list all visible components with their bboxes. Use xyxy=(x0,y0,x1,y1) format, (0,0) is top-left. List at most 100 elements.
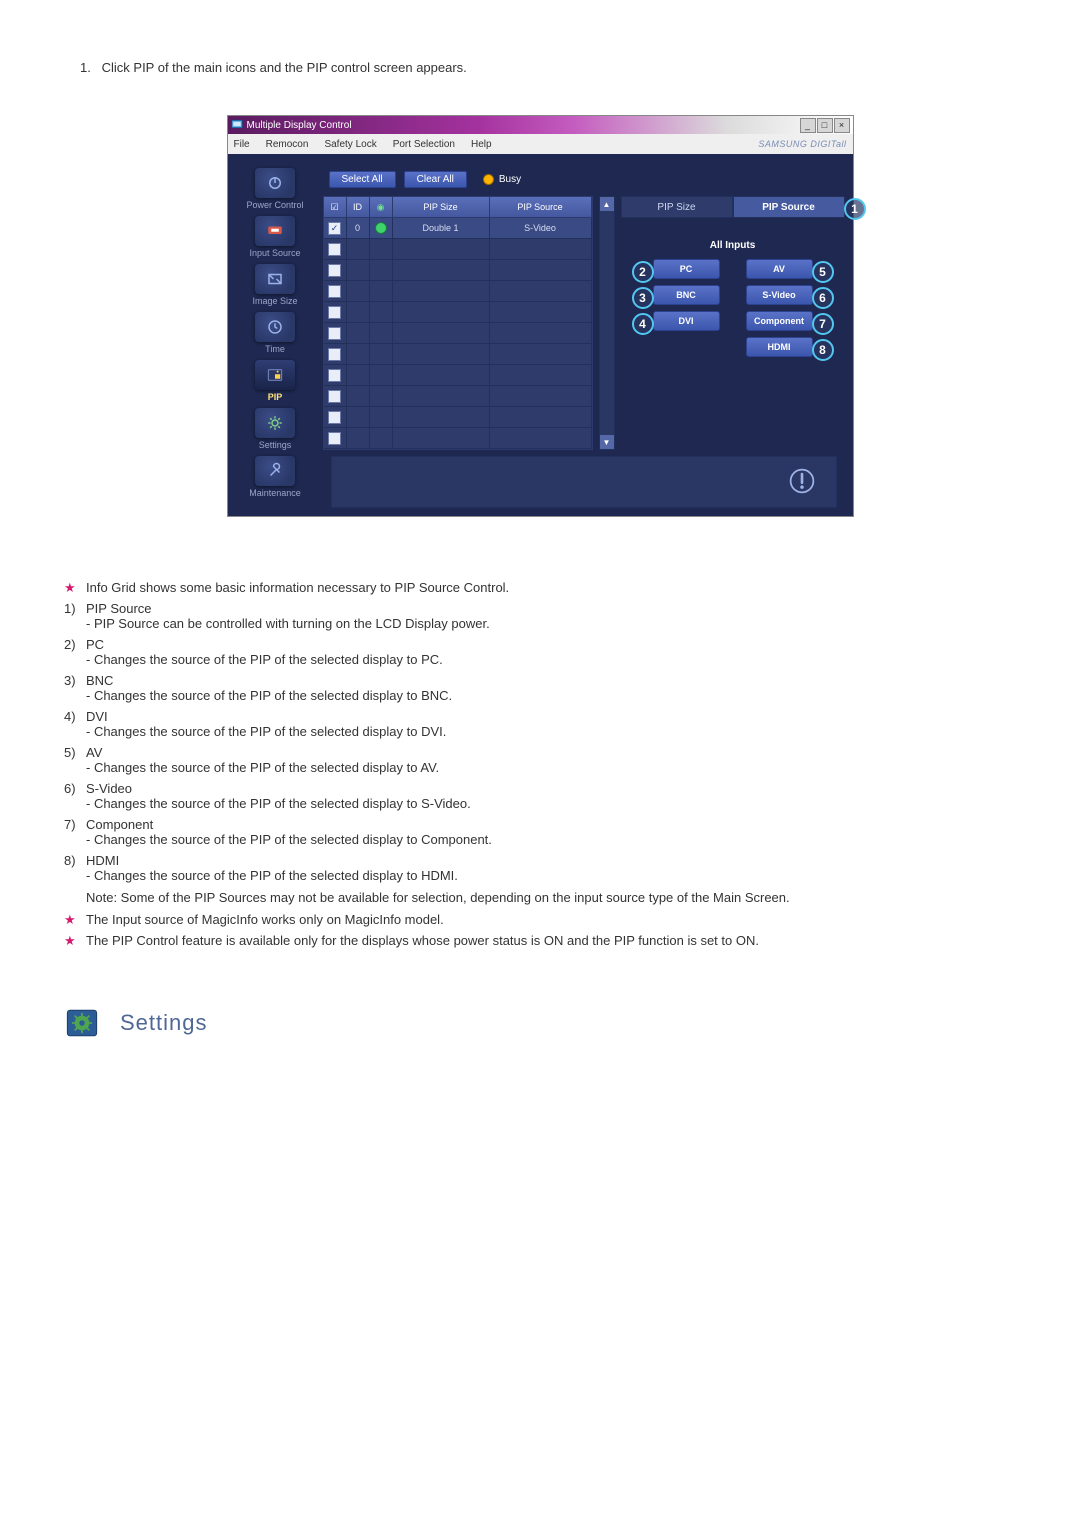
row-checkbox[interactable]: ✓ xyxy=(328,222,341,235)
sidebar-item-power-control[interactable]: Power Control xyxy=(235,164,315,210)
row-checkbox[interactable] xyxy=(328,306,341,319)
minimize-button[interactable]: _ xyxy=(800,118,816,133)
row-pip-source xyxy=(490,302,592,322)
tab-pip-size[interactable]: PIP Size xyxy=(621,196,733,218)
row-pip-source: S-Video xyxy=(490,218,592,238)
row-checkbox[interactable] xyxy=(328,264,341,277)
grid-scrollbar[interactable]: ▲ ▼ xyxy=(599,196,615,450)
row-pip-size xyxy=(393,344,490,364)
row-pip-source xyxy=(490,365,592,385)
input-av-button[interactable]: AV 5 xyxy=(746,259,813,279)
col-pip-source: PIP Source xyxy=(490,197,592,217)
input-label: BNC xyxy=(676,290,696,300)
sidebar: Power Control Input Source Image Size Ti… xyxy=(228,154,323,516)
sidebar-item-maintenance[interactable]: Maintenance xyxy=(235,452,315,498)
row-status xyxy=(370,323,393,343)
list-index: 7) xyxy=(64,817,82,832)
list-desc: - Changes the source of the PIP of the s… xyxy=(86,868,1020,883)
list-title: BNC xyxy=(86,673,113,688)
list-desc: - Changes the source of the PIP of the s… xyxy=(86,724,1020,739)
sidebar-item-input-source[interactable]: Input Source xyxy=(235,212,315,258)
input-source-icon xyxy=(255,216,295,246)
table-row[interactable] xyxy=(324,239,592,260)
inputs-title: All Inputs xyxy=(653,240,813,251)
input-label: AV xyxy=(773,264,785,274)
note-star-2: The Input source of MagicInfo works only… xyxy=(60,909,1020,930)
menu-safety-lock[interactable]: Safety Lock xyxy=(324,139,376,150)
tab-label: PIP Size xyxy=(657,202,695,213)
menu-remocon[interactable]: Remocon xyxy=(266,139,309,150)
table-row[interactable] xyxy=(324,344,592,365)
row-checkbox[interactable] xyxy=(328,432,341,445)
callout-6: 6 xyxy=(812,287,834,309)
row-id xyxy=(347,365,370,385)
table-row[interactable] xyxy=(324,428,592,449)
table-row[interactable]: ✓0Double 1S-Video xyxy=(324,218,592,239)
list-item: 8)HDMI- Changes the source of the PIP of… xyxy=(60,850,1020,886)
row-checkbox[interactable] xyxy=(328,390,341,403)
row-checkbox[interactable] xyxy=(328,285,341,298)
list-index: 3) xyxy=(64,673,82,688)
footer-bar xyxy=(331,456,837,508)
tab-pip-source[interactable]: PIP Source 1 xyxy=(733,196,845,218)
right-panel: PIP Size PIP Source 1 All Inputs 2 PC xyxy=(621,196,845,450)
busy-label: Busy xyxy=(499,174,521,185)
row-checkbox[interactable] xyxy=(328,243,341,256)
row-id xyxy=(347,302,370,322)
input-svideo-button[interactable]: S-Video 6 xyxy=(746,285,813,305)
table-row[interactable] xyxy=(324,365,592,386)
sidebar-item-time[interactable]: Time xyxy=(235,308,315,354)
clear-all-button[interactable]: Clear All xyxy=(404,171,467,188)
input-dvi-button[interactable]: 4 DVI xyxy=(653,311,720,331)
input-component-button[interactable]: Component 7 xyxy=(746,311,813,331)
scroll-down-icon[interactable]: ▼ xyxy=(600,435,614,449)
row-status xyxy=(370,407,393,427)
row-checkbox[interactable] xyxy=(328,327,341,340)
busy-dot-icon xyxy=(483,174,494,185)
callout-1: 1 xyxy=(844,198,866,220)
app-window: Multiple Display Control _ □ × File Remo… xyxy=(227,115,854,517)
menu-file[interactable]: File xyxy=(234,139,250,150)
table-row[interactable] xyxy=(324,386,592,407)
close-button[interactable]: × xyxy=(834,118,850,133)
row-pip-size xyxy=(393,428,490,448)
callout-2: 2 xyxy=(632,261,654,283)
row-id xyxy=(347,428,370,448)
table-row[interactable] xyxy=(324,260,592,281)
window-title: Multiple Display Control xyxy=(247,120,352,131)
input-hdmi-button[interactable]: HDMI 8 xyxy=(746,337,813,357)
row-checkbox[interactable] xyxy=(328,369,341,382)
sidebar-item-settings[interactable]: Settings xyxy=(235,404,315,450)
menu-port-selection[interactable]: Port Selection xyxy=(393,139,455,150)
col-checkbox[interactable]: ☑ xyxy=(324,197,347,217)
maximize-button[interactable]: □ xyxy=(817,118,833,133)
list-item: 3)BNC- Changes the source of the PIP of … xyxy=(60,670,1020,706)
sidebar-item-image-size[interactable]: Image Size xyxy=(235,260,315,306)
row-pip-source xyxy=(490,239,592,259)
warning-icon xyxy=(788,467,816,498)
row-pip-source xyxy=(490,323,592,343)
row-id xyxy=(347,344,370,364)
busy-indicator: Busy xyxy=(483,174,521,185)
select-all-button[interactable]: Select All xyxy=(329,171,396,188)
row-checkbox[interactable] xyxy=(328,348,341,361)
list-item: 2)PC- Changes the source of the PIP of t… xyxy=(60,634,1020,670)
list-desc: - Changes the source of the PIP of the s… xyxy=(86,760,1020,775)
row-status xyxy=(370,428,393,448)
row-checkbox[interactable] xyxy=(328,411,341,424)
input-bnc-button[interactable]: 3 BNC xyxy=(653,285,720,305)
row-id xyxy=(347,239,370,259)
scroll-up-icon[interactable]: ▲ xyxy=(600,197,614,211)
sidebar-label: PIP xyxy=(235,392,315,402)
col-pip-size: PIP Size xyxy=(393,197,490,217)
row-pip-size xyxy=(393,365,490,385)
sidebar-item-pip[interactable]: PIP xyxy=(235,356,315,402)
row-status xyxy=(370,386,393,406)
note-line: Note: Some of the PIP Sources may not be… xyxy=(60,886,1020,909)
table-row[interactable] xyxy=(324,302,592,323)
table-row[interactable] xyxy=(324,281,592,302)
table-row[interactable] xyxy=(324,323,592,344)
input-pc-button[interactable]: 2 PC xyxy=(653,259,720,279)
menu-help[interactable]: Help xyxy=(471,139,492,150)
table-row[interactable] xyxy=(324,407,592,428)
